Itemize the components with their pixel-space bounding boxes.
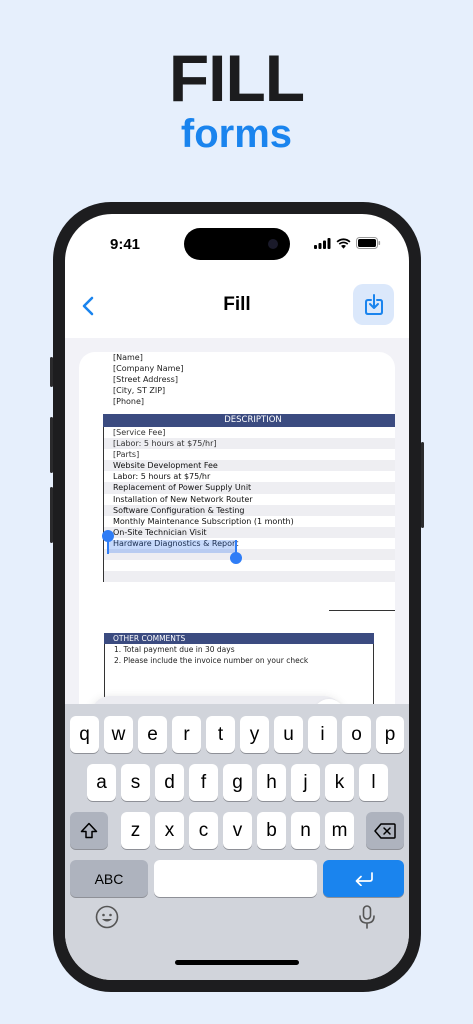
- key-q[interactable]: q: [70, 716, 99, 753]
- signal-icon: [314, 237, 331, 249]
- description-row[interactable]: Installation of New Network Router: [104, 494, 395, 505]
- dynamic-island: [184, 228, 290, 260]
- comments-header: OTHER COMMENTS: [104, 633, 374, 644]
- description-header: DESCRIPTION: [103, 414, 395, 427]
- key-v[interactable]: v: [223, 812, 252, 849]
- wifi-icon: [336, 237, 351, 249]
- description-row[interactable]: [104, 571, 395, 583]
- key-r[interactable]: r: [172, 716, 201, 753]
- abc-key[interactable]: ABC: [70, 860, 148, 897]
- description-row[interactable]: Monthly Maintenance Subscription (1 mont…: [104, 516, 395, 527]
- key-n[interactable]: n: [291, 812, 320, 849]
- volume-down-button: [50, 487, 53, 543]
- promo-subtitle: forms: [180, 112, 293, 156]
- address-line[interactable]: [Company Name]: [113, 363, 183, 374]
- action-button: [50, 357, 53, 387]
- description-row[interactable]: On-Site Technician Visit: [104, 526, 395, 538]
- return-icon: [355, 871, 373, 886]
- return-key[interactable]: [323, 860, 404, 897]
- space-key[interactable]: [154, 860, 317, 897]
- text-selection: [109, 540, 237, 553]
- key-m[interactable]: m: [325, 812, 354, 849]
- comment-line[interactable]: 2. Please include the invoice number on …: [105, 655, 373, 666]
- description-row[interactable]: [Parts]: [104, 449, 395, 460]
- download-icon: [364, 293, 383, 315]
- description-row[interactable]: Replacement of Power Supply Unit: [104, 482, 395, 494]
- description-row[interactable]: [Service Fee]: [104, 427, 395, 438]
- volume-up-button: [50, 417, 53, 473]
- screen: 9:41 Fill [Name] [Company Name] [Street …: [65, 214, 409, 980]
- description-table: [Service Fee] [Labor: 5 hours at $75/hr]…: [103, 427, 395, 583]
- key-u[interactable]: u: [274, 716, 303, 753]
- dictation-button[interactable]: [354, 904, 380, 930]
- key-t[interactable]: t: [206, 716, 235, 753]
- key-b[interactable]: b: [257, 812, 286, 849]
- emoji-icon: [95, 905, 119, 929]
- key-h[interactable]: h: [257, 764, 286, 801]
- total-line: [329, 610, 395, 611]
- status-time: 9:41: [110, 236, 141, 253]
- key-o[interactable]: o: [342, 716, 371, 753]
- download-button[interactable]: [353, 284, 394, 325]
- key-e[interactable]: e: [138, 716, 167, 753]
- status-icons: [314, 237, 381, 249]
- home-indicator[interactable]: [175, 960, 299, 965]
- key-j[interactable]: j: [291, 764, 320, 801]
- key-a[interactable]: a: [87, 764, 116, 801]
- battery-icon: [356, 237, 381, 249]
- address-block: [Name] [Company Name] [Street Address] […: [113, 352, 183, 407]
- shift-key[interactable]: [70, 812, 108, 849]
- keyboard: q w e r t y u i o p a s d f g h j k l z …: [65, 704, 409, 980]
- key-s[interactable]: s: [121, 764, 150, 801]
- key-z[interactable]: z: [121, 812, 150, 849]
- address-line[interactable]: [City, ST ZIP]: [113, 385, 183, 396]
- key-x[interactable]: x: [155, 812, 184, 849]
- address-line[interactable]: [Street Address]: [113, 374, 183, 385]
- selection-end-handle[interactable]: [230, 552, 242, 564]
- backspace-key[interactable]: [366, 812, 404, 849]
- key-p[interactable]: p: [376, 716, 404, 753]
- description-row[interactable]: [104, 560, 395, 571]
- document-canvas[interactable]: [Name] [Company Name] [Street Address] […: [65, 338, 409, 734]
- description-row[interactable]: Labor: 5 hours at $75/hr: [104, 471, 395, 482]
- microphone-icon: [359, 905, 375, 929]
- description-row[interactable]: [Labor: 5 hours at $75/hr]: [104, 438, 395, 450]
- description-row[interactable]: Website Development Fee: [104, 460, 395, 472]
- key-d[interactable]: d: [155, 764, 184, 801]
- document-page[interactable]: [Name] [Company Name] [Street Address] […: [79, 352, 395, 712]
- selection-start-stem: [107, 538, 109, 554]
- power-button: [421, 442, 424, 528]
- shift-icon: [80, 822, 98, 839]
- comment-line[interactable]: 1. Total payment due in 30 days: [105, 644, 373, 655]
- key-g[interactable]: g: [223, 764, 252, 801]
- key-l[interactable]: l: [359, 764, 388, 801]
- key-f[interactable]: f: [189, 764, 218, 801]
- address-line[interactable]: [Name]: [113, 352, 183, 363]
- key-c[interactable]: c: [189, 812, 218, 849]
- key-w[interactable]: w: [104, 716, 133, 753]
- key-i[interactable]: i: [308, 716, 337, 753]
- key-y[interactable]: y: [240, 716, 269, 753]
- phone-frame: 9:41 Fill [Name] [Company Name] [Street …: [50, 202, 424, 992]
- key-k[interactable]: k: [325, 764, 354, 801]
- emoji-button[interactable]: [94, 904, 120, 930]
- description-row[interactable]: Software Configuration & Testing: [104, 504, 395, 516]
- address-line[interactable]: [Phone]: [113, 396, 183, 407]
- promo-title: FILL: [168, 41, 305, 115]
- backspace-icon: [374, 822, 396, 839]
